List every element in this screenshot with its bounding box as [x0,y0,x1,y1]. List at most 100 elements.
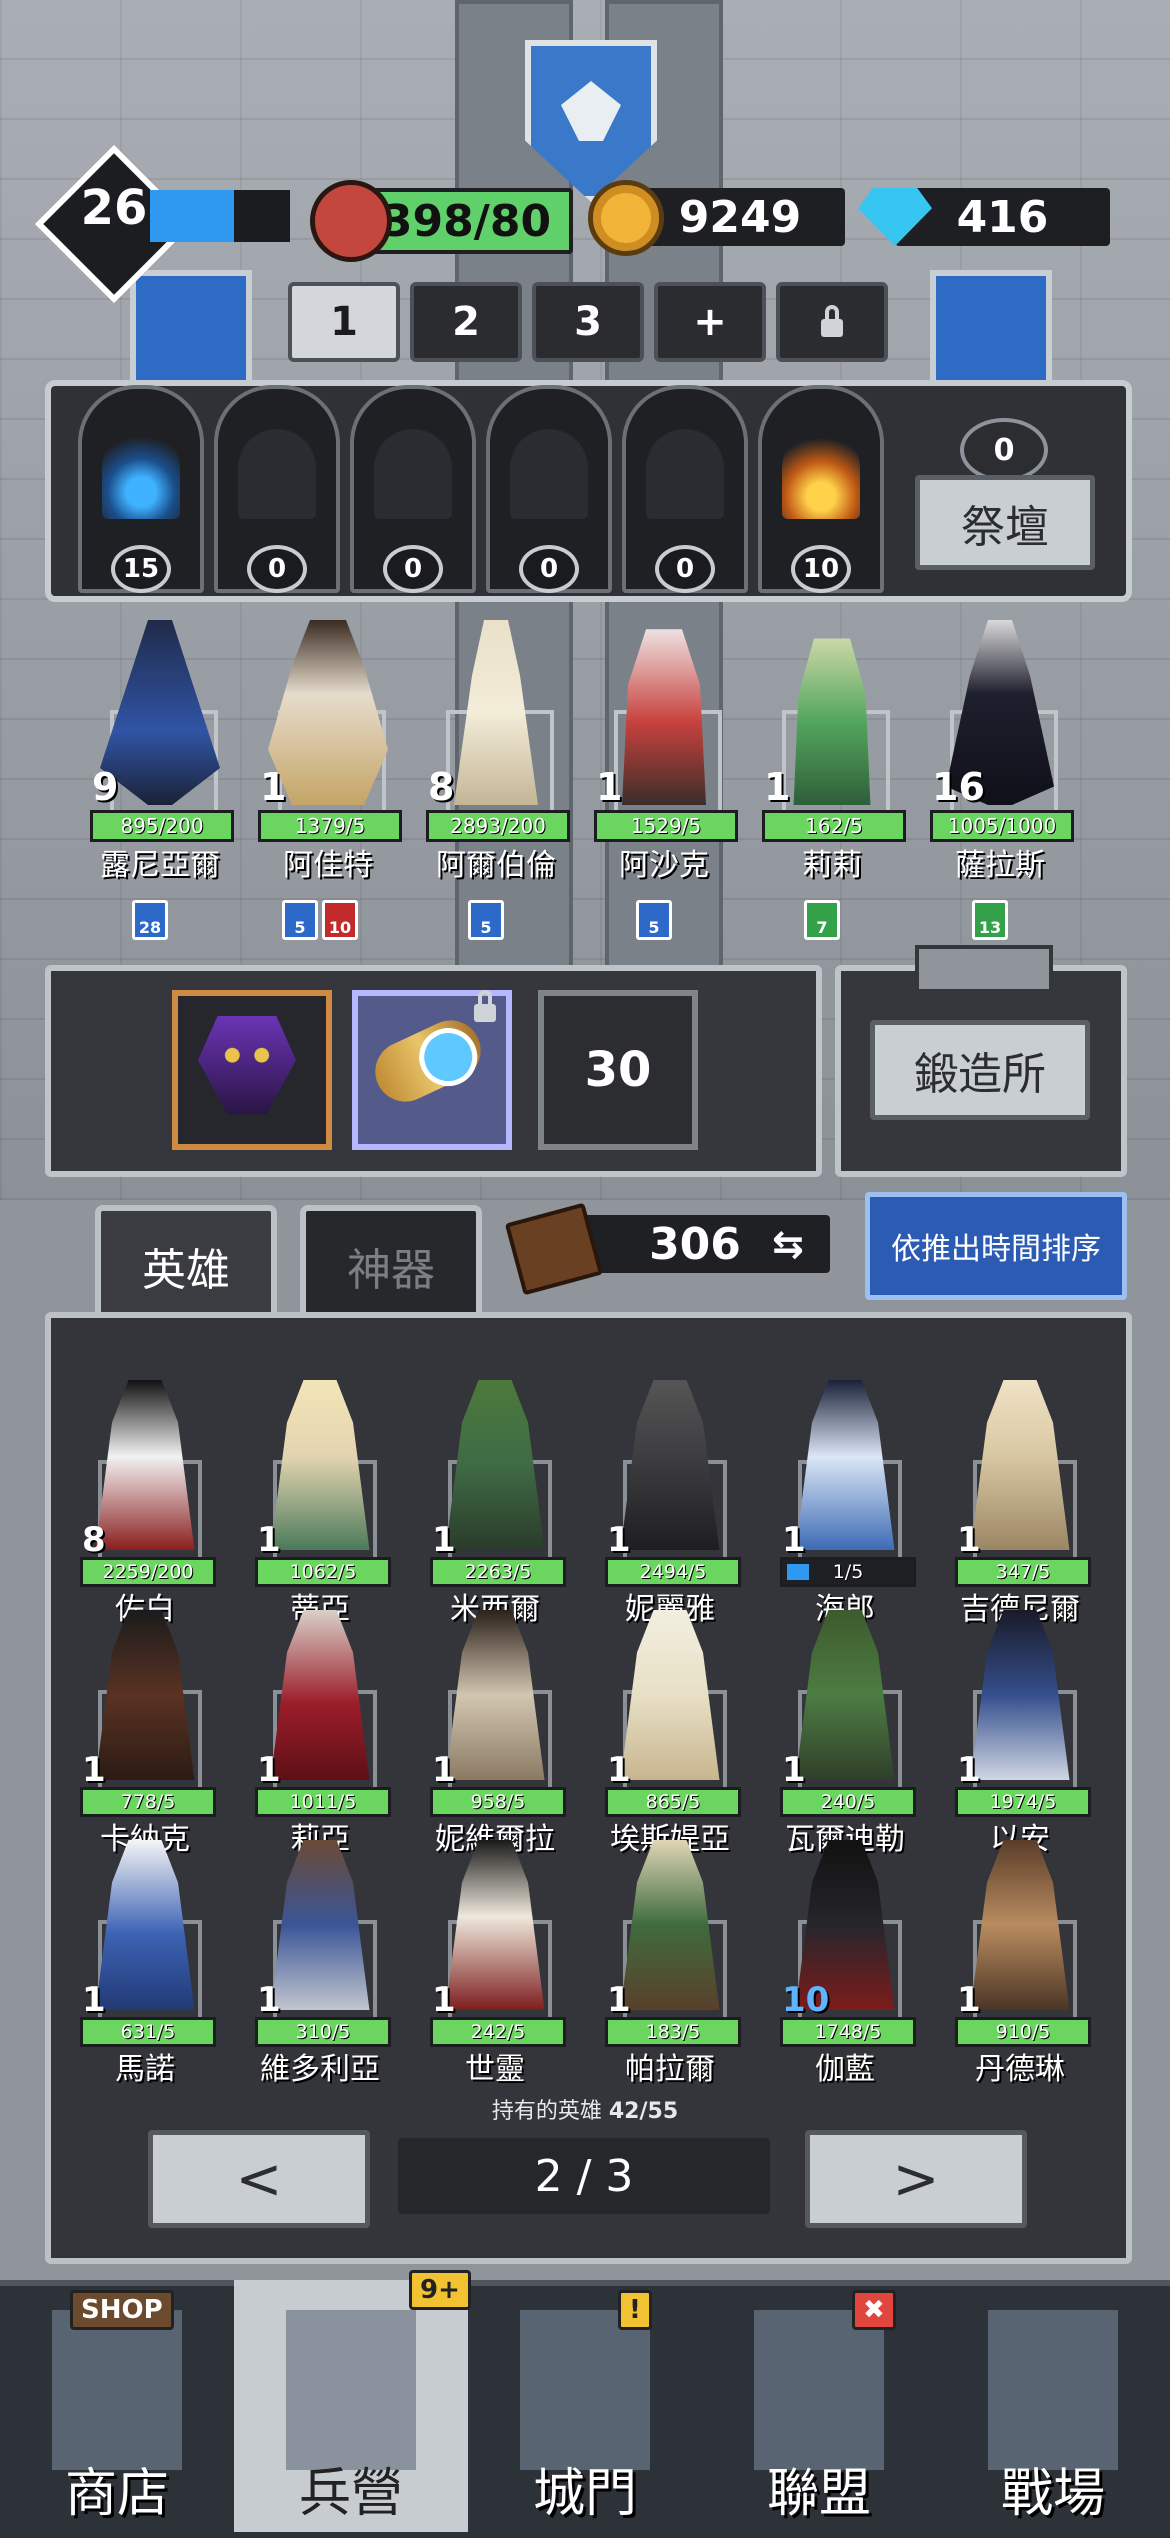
swap-arrows-icon[interactable]: ⇆ [772,1222,804,1266]
team-hero-card[interactable]: 9 895/200 露尼亞爾 [80,600,240,883]
alliance-tower-icon [754,2310,884,2470]
hero-shard-progress: 2893/200 [426,810,570,842]
hero-list-item[interactable]: 1 910/5 丹德琳 [935,1840,1105,2087]
gem-counter[interactable]: 416 [895,188,1110,246]
hero-level: 8 [428,765,455,809]
bottom-nav-item[interactable]: ✖ 聯盟 [702,2280,936,2532]
team-tab-3[interactable]: 3 [532,282,644,362]
hero-list-item[interactable]: 1 1011/5 莉亞 [235,1610,405,1857]
shrine-slot[interactable]: 15 [78,385,204,593]
class-badge-icon: 7 [804,900,840,940]
hero-list-item[interactable]: 1 183/5 帕拉爾 [585,1840,755,2087]
hero-list-item[interactable]: 1 631/5 馬諾 [60,1840,230,2087]
bottom-nav-item[interactable]: ! 城門 [468,2280,702,2532]
shrine-slot[interactable]: 0 [350,385,476,593]
hero-shard-text: 631/5 [120,2021,176,2043]
fire-spirit-icon [782,429,860,519]
hero-list-item[interactable]: 1 347/5 吉德尼爾 [935,1380,1105,1627]
hero-shard-progress: 240/5 [780,1787,916,1817]
hero-level: 1 [260,765,287,809]
hero-level: 9 [92,765,119,809]
hero-portrait [95,1840,195,2010]
nav-label: 聯盟 [766,2464,871,2524]
hero-shard-progress: 347/5 [955,1557,1091,1587]
barracks-castle-icon [286,2310,416,2470]
hero-list-item[interactable]: 1 240/5 瓦爾迪勒 [760,1610,930,1857]
team-hero-card[interactable]: 8 2893/200 阿爾伯倫 [416,600,576,883]
hero-list-item[interactable]: 1 242/5 世靈 [410,1840,580,2087]
hero-list-item[interactable]: 8 2259/200 佐白 [60,1380,230,1627]
hero-name: 莉莉 [802,848,862,883]
hero-shard-text: 1748/5 [814,2021,882,2043]
equipment-slot-locked[interactable]: 30 [538,990,698,1150]
shrine-count: 0 [383,545,443,593]
hero-list-item[interactable]: 1 865/5 埃斯媞亞 [585,1610,755,1857]
nav-badge: ! [618,2290,652,2330]
hero-portrait [620,1840,720,2010]
next-page-button[interactable]: > [805,2130,1027,2228]
hero-name: 馬諾 [115,2052,175,2087]
hero-name: 世靈 [465,2052,525,2087]
shrine-count: 0 [655,545,715,593]
tab-heroes[interactable]: 英雄 [95,1205,277,1321]
owned-label: 持有的英雄 [491,2099,602,2124]
shrine-slot[interactable]: 0 [622,385,748,593]
hero-list-item[interactable]: 10 1748/5 伽藍 [760,1840,930,2087]
sort-button[interactable]: 依推出時間排序 [865,1192,1127,1300]
prev-page-button[interactable]: < [148,2130,370,2228]
hero-shard-text: 347/5 [995,1561,1051,1583]
hero-portrait [445,1840,545,2010]
lock-icon [474,990,496,1022]
gold-counter[interactable]: 9249 [635,188,845,246]
hero-list-item[interactable]: 1 1974/5 以安 [935,1610,1105,1857]
hero-shard-progress: 2263/5 [430,1557,566,1587]
equipment-slot-spyglass[interactable] [352,990,512,1150]
team-hero-card[interactable]: 1 162/5 莉莉 [752,600,912,883]
tab-artifacts[interactable]: 神器 [300,1205,482,1321]
forge-button[interactable]: 鍛造所 [870,1020,1090,1120]
hero-list-item[interactable]: 1 778/5 卡納克 [60,1610,230,1857]
hero-level: 1 [432,1520,456,1560]
team-hero-card[interactable]: 1 1529/5 阿沙克 [584,600,744,883]
equipment-slot-mask[interactable] [172,990,332,1150]
shrine-slot[interactable]: 0 [214,385,340,593]
team-tab-2[interactable]: 2 [410,282,522,362]
hero-shard-text: 1/5 [832,1561,864,1583]
hero-name: 阿佳特 [283,848,373,883]
nav-label: 城門 [532,2464,637,2524]
team-tab-add[interactable]: + [654,282,766,362]
hero-list-item[interactable]: 1 310/5 維多利亞 [235,1840,405,2087]
hero-portrait [270,1610,370,1780]
hero-shard-progress: 1748/5 [780,2017,916,2047]
team-hero-card[interactable]: 16 1005/1000 薩拉斯 [920,600,1080,883]
hero-shard-text: 2263/5 [464,1561,532,1583]
hero-shard-progress: 895/200 [90,810,234,842]
altar-button[interactable]: 祭壇 [915,475,1095,570]
shop-sign: SHOP [70,2290,174,2330]
bottom-nav-item[interactable]: 戰場 [936,2280,1170,2532]
battlefield-swords-icon [988,2310,1118,2470]
team-tab-locked[interactable] [776,282,888,362]
shrine-count: 0 [519,545,579,593]
hero-name: 露尼亞爾 [100,848,220,883]
hero-list-item[interactable]: 1 1062/5 蒂亞 [235,1380,405,1627]
team-hero-card[interactable]: 1 1379/5 阿佳特 [248,600,408,883]
xp-fill [150,190,234,242]
hero-level: 1 [957,1750,981,1790]
shrine-slot[interactable]: 0 [486,385,612,593]
hero-shard-text: 778/5 [120,1791,176,1813]
team-tab-1[interactable]: 1 [288,282,400,362]
bottom-nav-item[interactable]: 9+ 兵營 [234,2270,471,2532]
purple-mask-icon [198,1016,296,1114]
hero-list-item[interactable]: 1 2263/5 米西爾 [410,1380,580,1627]
shrine-slot[interactable]: 10 [758,385,884,593]
hero-shard-progress: 242/5 [430,2017,566,2047]
hero-level: 16 [932,765,985,809]
hero-list-item[interactable]: 1 1/5 海郎 [760,1380,930,1627]
bottom-nav-item[interactable]: SHOP 商店 [0,2280,234,2532]
shrine-count: 0 [247,545,307,593]
hero-list-item[interactable]: 1 958/5 妮維爾拉 [410,1610,580,1857]
hero-list-item[interactable]: 1 2494/5 妮麗雅 [585,1380,755,1627]
hero-shard-progress: 1011/5 [255,1787,391,1817]
altar-count: 0 [960,418,1048,482]
